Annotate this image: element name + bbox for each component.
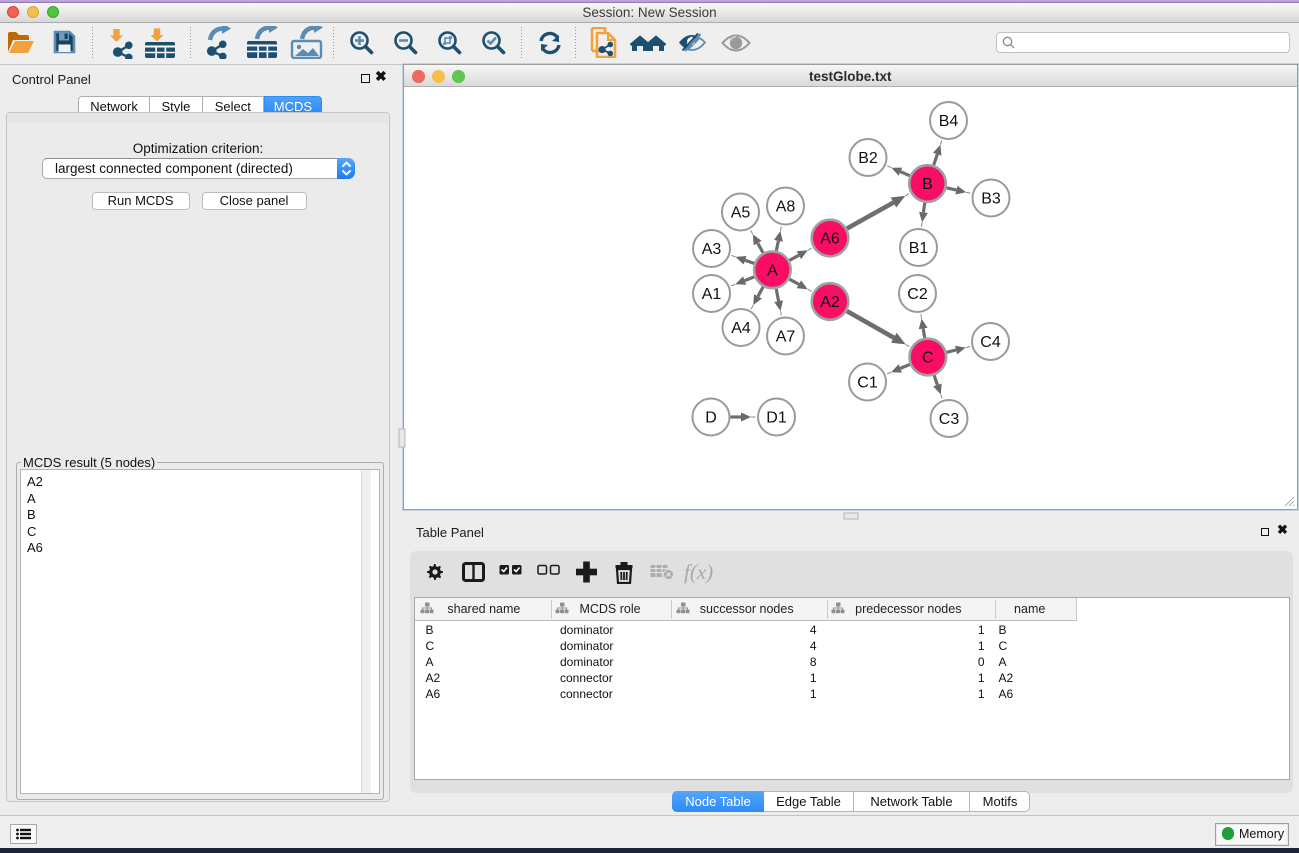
svg-text:A6: A6 [820,230,840,247]
svg-text:A4: A4 [731,320,751,337]
svg-text:C1: C1 [857,374,878,391]
svg-text:A7: A7 [775,328,795,345]
svg-text:B4: B4 [938,113,958,130]
svg-text:A: A [767,262,778,279]
svg-text:B3: B3 [981,190,1001,207]
svg-text:A5: A5 [730,204,750,221]
svg-text:A1: A1 [701,286,721,303]
svg-text:A3: A3 [701,241,721,258]
svg-text:B2: B2 [858,150,878,167]
svg-text:A2: A2 [820,294,840,311]
svg-text:C: C [922,349,934,366]
svg-text:D1: D1 [766,409,787,426]
svg-text:B1: B1 [908,240,928,257]
svg-text:A8: A8 [775,198,795,215]
svg-text:C4: C4 [980,334,1001,351]
svg-text:C3: C3 [938,411,959,428]
svg-text:C2: C2 [907,286,928,303]
svg-text:D: D [705,409,717,426]
svg-text:B: B [922,176,933,193]
